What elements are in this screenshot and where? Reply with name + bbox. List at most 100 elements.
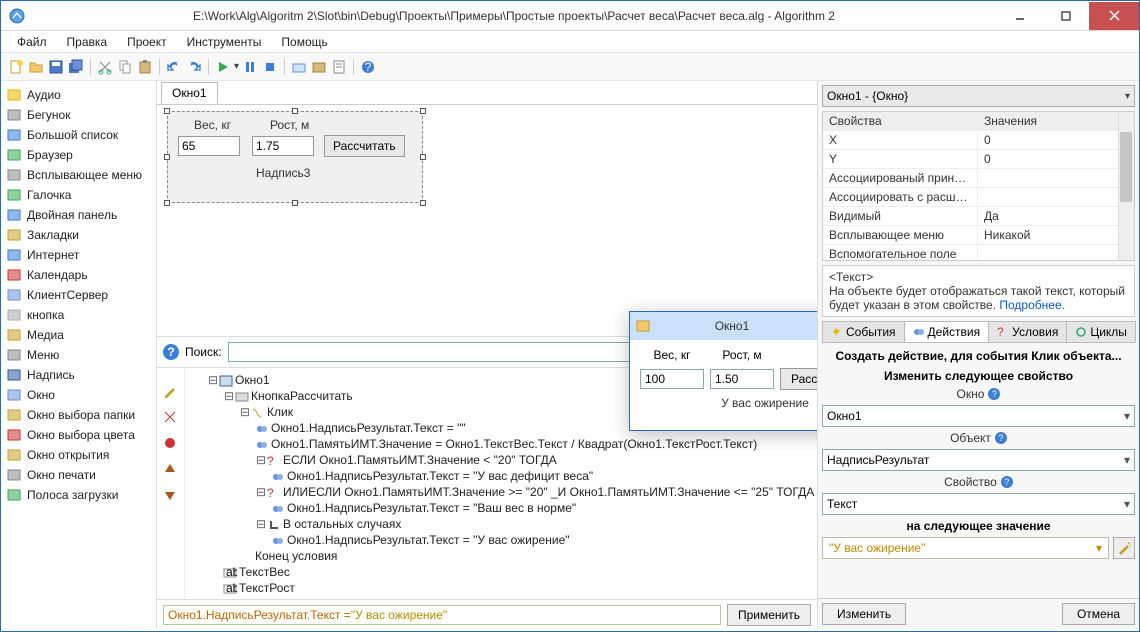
report-icon[interactable] — [330, 58, 348, 76]
weight-input[interactable] — [178, 136, 240, 156]
prop-value[interactable]: Да — [978, 207, 1134, 225]
cut-icon[interactable] — [96, 58, 114, 76]
tab-conditions[interactable]: ?Условия — [988, 321, 1067, 342]
toolbox-item[interactable]: Двойная панель — [3, 205, 154, 225]
toolbox-item-icon — [7, 168, 21, 182]
more-link[interactable]: Подробнее. — [999, 298, 1065, 312]
close-button[interactable] — [1089, 2, 1139, 30]
menu-file[interactable]: Файл — [7, 33, 57, 51]
action-subheader: Изменить следующее свойство — [822, 369, 1135, 383]
run-icon[interactable] — [214, 58, 232, 76]
toolbox-item[interactable]: Закладки — [3, 225, 154, 245]
property-select[interactable]: Текст▾ — [822, 493, 1135, 515]
toolbox-item[interactable]: Календарь — [3, 265, 154, 285]
menu-edit[interactable]: Правка — [57, 33, 118, 51]
prop-value[interactable] — [978, 188, 1134, 206]
help-icon[interactable]: ? — [988, 388, 1000, 400]
height-input[interactable] — [252, 136, 314, 156]
help-icon[interactable]: ? — [1001, 476, 1013, 488]
toolbox-item[interactable]: Окно печати — [3, 465, 154, 485]
runtime-weight-input[interactable] — [640, 369, 704, 389]
help-icon[interactable]: ? — [359, 58, 377, 76]
toolbox-item[interactable]: Меню — [3, 345, 154, 365]
commit-button[interactable]: Изменить — [822, 603, 906, 625]
move-down-icon[interactable] — [163, 488, 179, 504]
prop-value[interactable]: 0 — [978, 131, 1134, 149]
tab-actions[interactable]: Действия — [904, 321, 990, 342]
save-icon[interactable] — [47, 58, 65, 76]
paste-icon[interactable] — [136, 58, 154, 76]
toolbox-item[interactable]: Надпись — [3, 365, 154, 385]
cancel-button[interactable]: Отмена — [1062, 603, 1135, 625]
toolbox-panel: АудиоБегунокБольшой списокБраузерВсплыва… — [1, 81, 157, 629]
prop-value[interactable]: 0 — [978, 150, 1134, 168]
toolbox-item-icon — [7, 428, 21, 442]
toolbox-item[interactable]: Аудио — [3, 85, 154, 105]
apply-button[interactable]: Применить — [727, 604, 811, 626]
toolbox-item[interactable]: Окно выбора папки — [3, 405, 154, 425]
value-input[interactable]: "У вас ожирение"▾ — [822, 537, 1109, 559]
window-select[interactable]: Окно1▾ — [822, 405, 1135, 427]
object-select[interactable]: НадписьРезультат▾ — [822, 449, 1135, 471]
toolbox-item[interactable]: кнопка — [3, 305, 154, 325]
help-icon[interactable]: ? — [995, 432, 1007, 444]
tab-nav-left-icon[interactable]: ◂ — [1135, 323, 1140, 341]
toolbox-item-icon — [7, 348, 21, 362]
toolbox-item-label: кнопка — [27, 308, 64, 322]
open-icon[interactable] — [27, 58, 45, 76]
run-dropdown-icon[interactable]: ▾ — [234, 61, 239, 72]
toolbox-item[interactable]: Окно — [3, 385, 154, 405]
designer-surface[interactable]: Вес, кг Рост, м Рассчитать Надпись3 — [157, 105, 817, 336]
package-icon[interactable] — [310, 58, 328, 76]
prop-value[interactable]: Никакой — [978, 226, 1134, 244]
minimize-button[interactable] — [997, 2, 1043, 30]
save-all-icon[interactable] — [67, 58, 85, 76]
maximize-button[interactable] — [1043, 2, 1089, 30]
pause-icon[interactable] — [241, 58, 259, 76]
toolbox-item[interactable]: Галочка — [3, 185, 154, 205]
tab-events[interactable]: События — [822, 321, 905, 342]
menu-help[interactable]: Помощь — [271, 33, 337, 51]
toolbox-item[interactable]: Бегунок — [3, 105, 154, 125]
expression-input[interactable]: Окно1.НадписьРезультат.Текст = "У вас ож… — [163, 605, 721, 625]
toolbox-item[interactable]: Полоса загрузки — [3, 485, 154, 505]
undo-icon[interactable] — [165, 58, 183, 76]
toolbox-item-icon — [7, 328, 21, 342]
menu-tools[interactable]: Инструменты — [177, 33, 272, 51]
wizard-icon[interactable] — [1113, 537, 1135, 559]
edit-icon[interactable] — [163, 384, 179, 400]
calculate-button[interactable]: Рассчитать — [324, 135, 405, 157]
runtime-weight-label: Вес, кг — [640, 348, 704, 362]
runtime-minimize-button[interactable] — [810, 315, 817, 337]
runtime-window[interactable]: Окно1 Вес, кг Рост, м Рассчитать У вас — [629, 311, 817, 431]
redo-icon[interactable] — [185, 58, 203, 76]
help-icon[interactable]: ? — [163, 344, 179, 360]
toolbox-item[interactable]: Большой список — [3, 125, 154, 145]
runtime-height-input[interactable] — [710, 369, 774, 389]
record-icon[interactable] — [163, 436, 179, 452]
cut-icon[interactable] — [163, 410, 179, 426]
build-icon[interactable] — [290, 58, 308, 76]
prop-value[interactable] — [978, 169, 1134, 187]
copy-icon[interactable] — [116, 58, 134, 76]
stop-icon[interactable] — [261, 58, 279, 76]
toolbox-item-icon — [7, 268, 21, 282]
property-grid[interactable]: СвойстваЗначения X0Y0Ассоциированый прин… — [822, 111, 1135, 261]
form-window1[interactable]: Вес, кг Рост, м Рассчитать Надпись3 — [167, 111, 423, 203]
toolbox-item[interactable]: Медиа — [3, 325, 154, 345]
new-icon[interactable] — [7, 58, 25, 76]
move-up-icon[interactable] — [163, 462, 179, 478]
prop-value[interactable] — [978, 245, 1134, 261]
toolbox-item[interactable]: Окно открытия — [3, 445, 154, 465]
menu-project[interactable]: Проект — [117, 33, 177, 51]
toolbox-item[interactable]: Окно выбора цвета — [3, 425, 154, 445]
designer-tab[interactable]: Окно1 — [161, 82, 218, 104]
runtime-calculate-button[interactable]: Рассчитать — [780, 368, 817, 390]
toolbox-item[interactable]: Браузер — [3, 145, 154, 165]
toolbox-item[interactable]: Интернет — [3, 245, 154, 265]
object-selector[interactable]: Окно1 - {Окно}▾ — [822, 85, 1135, 107]
toolbox-item[interactable]: Всплывающее меню — [3, 165, 154, 185]
tab-loops[interactable]: Циклы — [1066, 321, 1136, 342]
toolbox-item[interactable]: КлиентСервер — [3, 285, 154, 305]
scrollbar[interactable] — [1118, 112, 1134, 260]
